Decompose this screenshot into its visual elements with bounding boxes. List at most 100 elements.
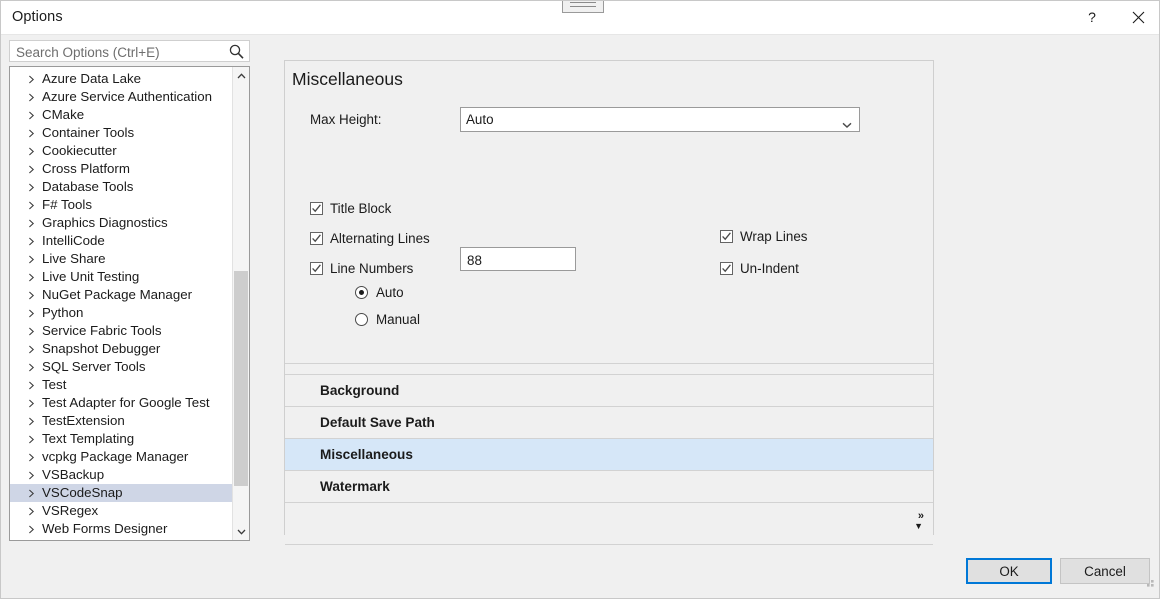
tree-item[interactable]: Snapshot Debugger	[10, 340, 232, 358]
tree-item[interactable]: VSCodeSnap	[10, 484, 232, 502]
overflow-caret-icon[interactable]: ▼	[914, 522, 923, 531]
cancel-button[interactable]: Cancel	[1060, 558, 1150, 584]
resize-grip-icon[interactable]	[1144, 577, 1156, 595]
chevron-right-icon[interactable]	[27, 466, 36, 484]
tree-item[interactable]: Live Share	[10, 250, 232, 268]
tree-item[interactable]: Python	[10, 304, 232, 322]
settings-section-item[interactable]: Default Save Path	[285, 407, 933, 439]
tree-item-label: F# Tools	[42, 197, 92, 212]
chevron-right-icon[interactable]	[27, 448, 36, 466]
tree-item[interactable]: Graphics Diagnostics	[10, 214, 232, 232]
help-button[interactable]: ?	[1069, 1, 1115, 33]
checkbox-checked-icon	[310, 262, 323, 275]
close-button[interactable]	[1115, 1, 1160, 33]
settings-section-item[interactable]: Miscellaneous	[285, 439, 933, 471]
settings-section-label: Watermark	[320, 479, 390, 494]
scrollbar-thumb[interactable]	[234, 271, 248, 486]
chevron-right-icon[interactable]	[27, 322, 36, 340]
title-block-checkbox[interactable]: Title Block	[310, 200, 391, 217]
scroll-down-icon[interactable]	[233, 523, 249, 540]
tree-item-label: SQL Server Tools	[42, 359, 145, 374]
tree-items: Azure Data LakeAzure Service Authenticat…	[10, 70, 232, 538]
tree-item[interactable]: Database Tools	[10, 178, 232, 196]
settings-section-overflow[interactable]: »▼	[285, 503, 933, 545]
chevron-right-icon[interactable]	[27, 430, 36, 448]
tree-item[interactable]: Web Forms Designer	[10, 520, 232, 538]
chevron-right-icon[interactable]	[27, 178, 36, 196]
tree-item-label: Cookiecutter	[42, 143, 117, 158]
tree-item-label: VSBackup	[42, 467, 104, 482]
chevron-right-icon[interactable]	[27, 70, 36, 88]
tree-item[interactable]: Azure Service Authentication	[10, 88, 232, 106]
chevron-right-icon[interactable]	[27, 520, 36, 538]
window-drag-handle[interactable]	[562, 0, 604, 13]
tree-item[interactable]: IntelliCode	[10, 232, 232, 250]
search-options-box[interactable]	[9, 40, 250, 62]
options-category-tree[interactable]: Azure Data LakeAzure Service Authenticat…	[9, 66, 250, 541]
settings-section-label: Default Save Path	[320, 415, 435, 430]
checkbox-checked-icon	[310, 202, 323, 215]
chevron-right-icon[interactable]	[27, 412, 36, 430]
tree-item[interactable]: Container Tools	[10, 124, 232, 142]
tree-item[interactable]: Service Fabric Tools	[10, 322, 232, 340]
tree-item[interactable]: vcpkg Package Manager	[10, 448, 232, 466]
tree-item-label: Python	[42, 305, 83, 320]
tree-item[interactable]: VSBackup	[10, 466, 232, 484]
chevron-right-icon[interactable]	[27, 340, 36, 358]
line-numbers-checkbox[interactable]: Line Numbers	[310, 260, 413, 277]
tree-item[interactable]: Test	[10, 376, 232, 394]
chevron-right-icon[interactable]	[27, 196, 36, 214]
chevron-down-icon	[842, 116, 852, 134]
chevron-right-icon[interactable]	[27, 358, 36, 376]
wrap-lines-checkbox[interactable]: Wrap Lines	[720, 228, 807, 245]
checkbox-checked-icon	[720, 230, 733, 243]
chevron-right-icon[interactable]	[27, 250, 36, 268]
tree-item[interactable]: Cookiecutter	[10, 142, 232, 160]
tree-item-label: NuGet Package Manager	[42, 287, 192, 302]
ok-button[interactable]: OK	[966, 558, 1052, 584]
tree-item-label: Live Share	[42, 251, 106, 266]
search-input[interactable]	[14, 41, 226, 63]
chevron-right-icon[interactable]	[27, 142, 36, 160]
manual-line-number-input[interactable]	[465, 248, 573, 272]
chevron-right-icon[interactable]	[27, 394, 36, 412]
chevron-right-icon[interactable]	[27, 376, 36, 394]
panel-title: Miscellaneous	[292, 69, 403, 90]
tree-item[interactable]: Live Unit Testing	[10, 268, 232, 286]
tree-item[interactable]: F# Tools	[10, 196, 232, 214]
tree-item[interactable]: NuGet Package Manager	[10, 286, 232, 304]
chevron-right-icon[interactable]	[27, 286, 36, 304]
tree-item[interactable]: SQL Server Tools	[10, 358, 232, 376]
chevron-right-icon[interactable]	[27, 502, 36, 520]
tree-item[interactable]: Azure Data Lake	[10, 70, 232, 88]
chevron-right-icon[interactable]	[27, 124, 36, 142]
chevron-right-icon[interactable]	[27, 268, 36, 286]
max-height-dropdown[interactable]: Auto	[460, 107, 860, 132]
tree-item-label: Snapshot Debugger	[42, 341, 160, 356]
un-indent-checkbox[interactable]: Un-Indent	[720, 260, 799, 277]
tree-scrollbar[interactable]	[232, 67, 249, 540]
alternating-lines-checkbox[interactable]: Alternating Lines	[310, 230, 430, 247]
chevron-right-icon[interactable]	[27, 304, 36, 322]
chevron-right-icon[interactable]	[27, 160, 36, 178]
chevron-right-icon[interactable]	[27, 88, 36, 106]
chevron-right-icon[interactable]	[27, 106, 36, 124]
settings-section-item[interactable]: Background	[285, 375, 933, 407]
tree-item[interactable]: Text Templating	[10, 430, 232, 448]
chevron-right-icon[interactable]	[27, 484, 36, 502]
line-numbers-manual-radio[interactable]: Manual	[355, 311, 420, 328]
line-numbers-auto-radio[interactable]: Auto	[355, 284, 404, 301]
overflow-chevron-icon[interactable]: »	[918, 511, 924, 521]
manual-line-number-field[interactable]	[460, 247, 576, 271]
tree-item[interactable]: TestExtension	[10, 412, 232, 430]
settings-section-item[interactable]: Watermark	[285, 471, 933, 503]
scroll-up-icon[interactable]	[233, 67, 249, 84]
tree-item[interactable]: Test Adapter for Google Test	[10, 394, 232, 412]
panel-splitter[interactable]	[285, 363, 933, 375]
tree-item[interactable]: VSRegex	[10, 502, 232, 520]
tree-item[interactable]: Cross Platform	[10, 160, 232, 178]
tree-item[interactable]: CMake	[10, 106, 232, 124]
tree-item-label: Text Templating	[42, 431, 134, 446]
chevron-right-icon[interactable]	[27, 232, 36, 250]
chevron-right-icon[interactable]	[27, 214, 36, 232]
